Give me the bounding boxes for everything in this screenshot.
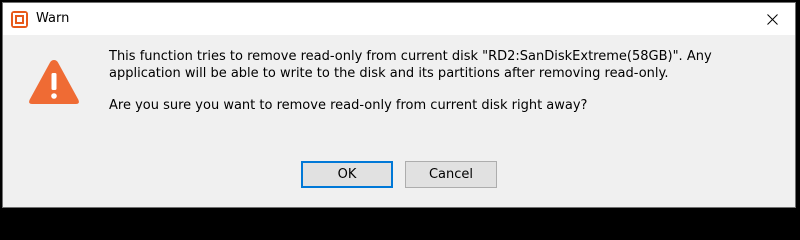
cancel-button[interactable]: Cancel (405, 161, 497, 188)
warn-dialog-window: Warn This function tries to remove read-… (2, 2, 796, 208)
close-icon (766, 13, 778, 25)
close-button[interactable] (749, 3, 795, 35)
confirmation-question: Are you sure you want to remove read-onl… (109, 98, 588, 113)
warning-message: This function tries to remove read-only … (109, 48, 769, 114)
warning-triangle-icon (27, 57, 81, 107)
window-title: Warn (36, 11, 70, 26)
message-text: This function tries to remove read-only … (109, 49, 712, 81)
dialog-body: This function tries to remove read-only … (3, 35, 795, 148)
button-bar: OK Cancel (3, 148, 795, 207)
title-bar[interactable]: Warn (3, 3, 795, 35)
ok-button[interactable]: OK (301, 161, 393, 188)
partition-tool-logo-icon (11, 11, 28, 28)
